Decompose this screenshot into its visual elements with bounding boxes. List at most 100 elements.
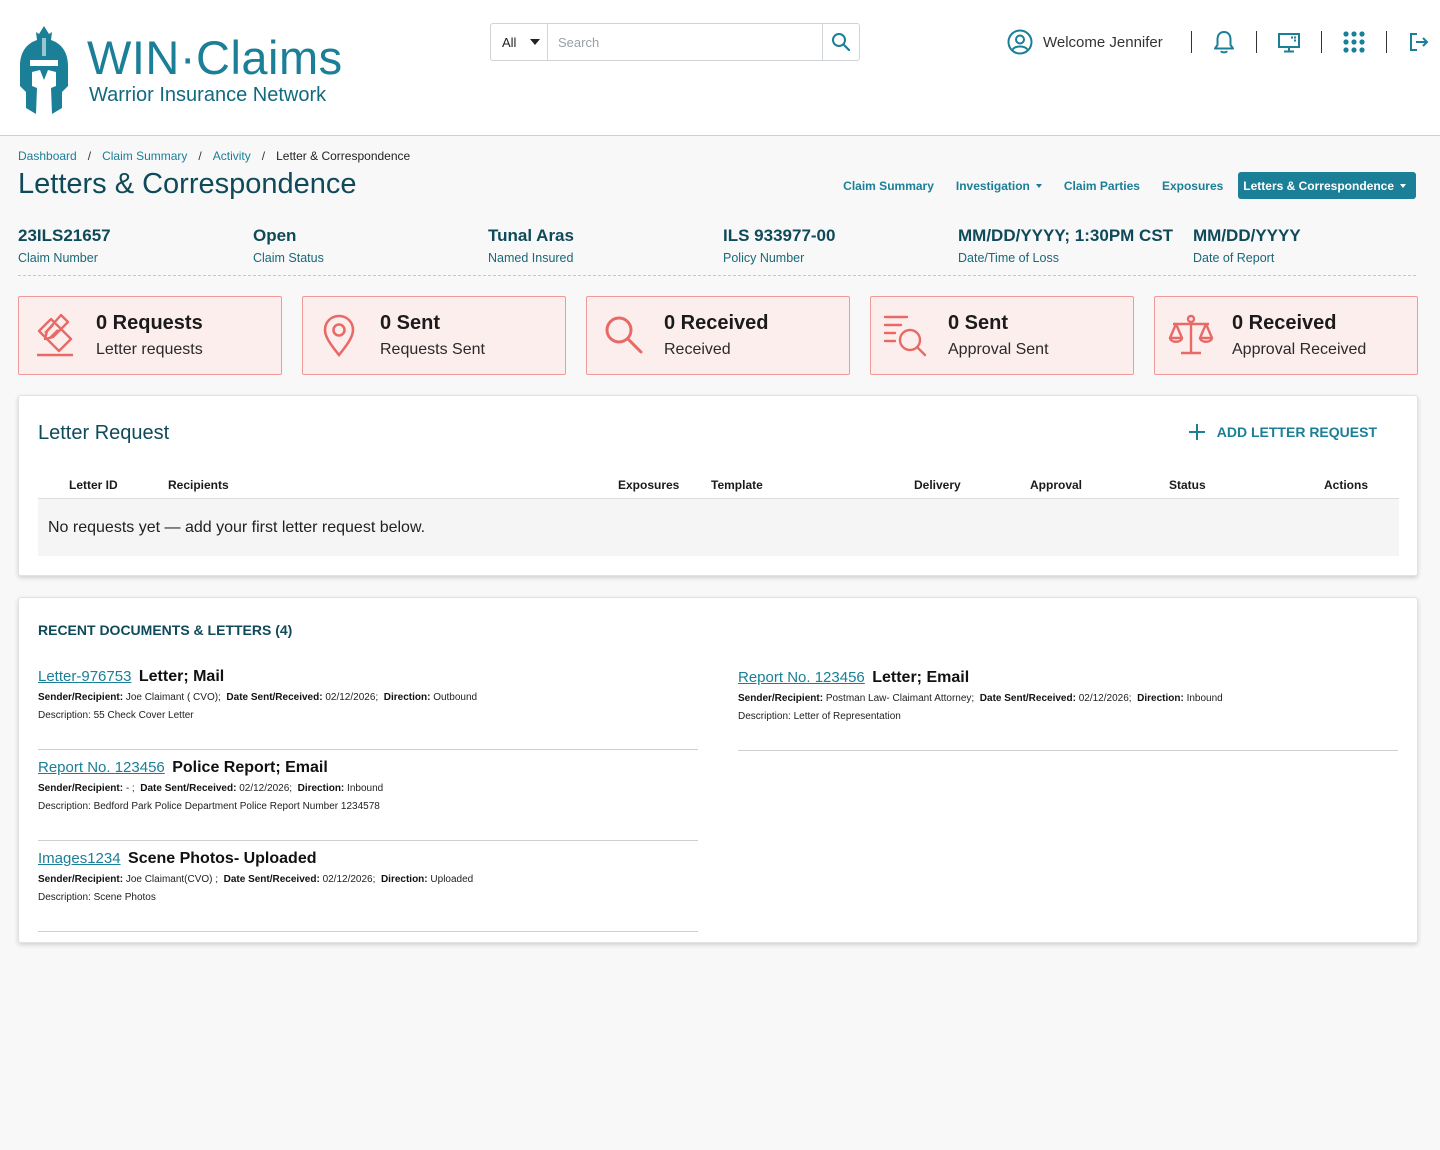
logout-button[interactable] (1387, 26, 1440, 58)
letter-request-panel: Letter Request ADD LETTER REQUEST Letter… (18, 395, 1418, 576)
header-toolbar (1191, 26, 1440, 58)
stat-card-approval-sent[interactable]: 0 Sent Approval Sent (870, 296, 1134, 375)
search-scope-select[interactable]: All (491, 24, 548, 60)
stat-count: 0 Sent (948, 312, 1009, 334)
brand-logo[interactable]: WIN·Claims Warrior Insurance Network (18, 26, 358, 116)
document-meta: Sender/Recipient: Postman Law- Claimant … (738, 693, 1398, 704)
stat-card-requests-sent[interactable]: 0 Sent Requests Sent (302, 296, 566, 375)
fact-label: Claim Number (18, 251, 98, 265)
screen-button[interactable] (1257, 26, 1321, 58)
stat-label: Requests Sent (380, 341, 485, 358)
fact-label: Date/Time of Loss (958, 251, 1059, 265)
map-pin-icon (323, 314, 355, 358)
document-meta: Sender/Recipient: Joe Claimant(CVO) ; Da… (38, 874, 698, 885)
column-header-template[interactable]: Template (711, 478, 763, 492)
meta-sender: Postman Law- Claimant Attorney; (825, 693, 975, 704)
column-header-approval[interactable]: Approval (1030, 478, 1082, 492)
subnav-letters-correspondence[interactable]: Letters & Correspondence (1238, 172, 1416, 199)
recent-documents-panel: RECENT DOCUMENTS & LETTERS (4) Letter-97… (18, 597, 1418, 943)
stat-count: 0 Requests (96, 312, 203, 334)
document-type: Letter; Mail (138, 668, 225, 685)
column-header-recipients[interactable]: Recipients (168, 478, 229, 492)
fact-claim-status: Open Claim Status (253, 226, 324, 265)
document-type: Police Report; Email (172, 759, 328, 776)
fact-policy-number: ILS 933977-00 Policy Number (723, 226, 835, 265)
claim-facts: 23ILS21657 Claim Number Open Claim Statu… (18, 226, 1416, 276)
meta-date: 02/12/2026; (1078, 693, 1132, 704)
document-description: Description: Scene Photos (38, 892, 156, 903)
search-button[interactable] (822, 24, 859, 60)
document-description: Description: 55 Check Cover Letter (38, 710, 194, 721)
search-input[interactable] (548, 24, 822, 60)
user-menu[interactable]: Welcome Jennifer (1007, 29, 1163, 55)
breadcrumb-activity[interactable]: Activity (213, 149, 251, 163)
fact-named-insured: Tunal Aras Named Insured (488, 226, 574, 265)
subnav-investigation[interactable]: Investigation (945, 172, 1053, 199)
breadcrumb-separator: / (261, 149, 266, 163)
meta-date: 02/12/2026; (325, 692, 379, 703)
document-link[interactable]: Report No. 123456 (38, 759, 165, 776)
column-header-actions[interactable]: Actions (1324, 478, 1368, 492)
search-scope-value: All (502, 34, 517, 50)
plus-icon (1188, 424, 1205, 440)
meta-direction: Inbound (347, 783, 384, 794)
list-search-icon (883, 315, 927, 357)
fact-value: 23ILS21657 (18, 226, 111, 245)
pen-paper-icon (37, 313, 73, 357)
document-type: Letter; Email (872, 669, 970, 686)
meta-sender: Joe Claimant(CVO) ; (125, 874, 219, 885)
meta-label: Sender/Recipient: (738, 693, 824, 704)
column-header-exposures[interactable]: Exposures (618, 478, 679, 492)
stat-label: Approval Received (1232, 341, 1367, 358)
chevron-down-icon (530, 39, 541, 45)
breadcrumb-claim-summary[interactable]: Claim Summary (102, 149, 187, 163)
fact-date-of-report: MM/DD/YYYY Date of Report (1193, 226, 1301, 265)
subnav-claim-parties[interactable]: Claim Parties (1053, 172, 1151, 199)
meta-direction: Uploaded (430, 874, 474, 885)
subnav-label: Letters & Correspondence (1243, 178, 1394, 193)
letter-request-title: Letter Request (38, 422, 170, 444)
document-description: Description: Bedford Park Police Departm… (38, 801, 380, 812)
document-link[interactable]: Images1234 (38, 850, 121, 867)
document-link[interactable]: Letter-976753 (38, 668, 131, 685)
subnav-exposures[interactable]: Exposures (1151, 172, 1234, 199)
meta-date: 02/12/2026; (239, 783, 293, 794)
apps-button[interactable] (1322, 26, 1386, 58)
subnav-claim-summary[interactable]: Claim Summary (832, 172, 945, 199)
notifications-button[interactable] (1192, 26, 1256, 58)
meta-label: Sender/Recipient: (38, 874, 124, 885)
meta-label: Date Sent/Received: (226, 692, 323, 703)
column-header-delivery[interactable]: Delivery (914, 478, 961, 492)
fact-value: MM/DD/YYYY; 1:30PM CST (958, 226, 1174, 245)
meta-direction: Outbound (433, 692, 478, 703)
meta-label: Direction: (297, 783, 345, 794)
letter-request-table-header: Letter ID Recipients Exposures Template … (38, 474, 1399, 499)
search-bar: All (490, 23, 860, 61)
stat-card-letter-requests[interactable]: 0 Requests Letter requests (18, 296, 282, 375)
subnav-label: Exposures (1161, 178, 1224, 193)
subnav-label: Claim Summary (843, 178, 934, 193)
computer-screen-icon (1278, 33, 1300, 53)
scales-icon (1168, 314, 1214, 355)
add-letter-request-button[interactable]: ADD LETTER REQUEST (1188, 424, 1377, 440)
page-title: Letters & Correspondence (18, 168, 357, 200)
user-avatar-icon (1007, 29, 1033, 55)
stat-card-received[interactable]: 0 Received Received (586, 296, 850, 375)
meta-label: Direction: (1137, 693, 1184, 704)
brand-subtitle: Warrior Insurance Network (89, 84, 327, 106)
fact-value: Tunal Aras (488, 226, 574, 245)
stat-label: Letter requests (96, 341, 203, 358)
column-header-letter-id[interactable]: Letter ID (69, 478, 118, 492)
recent-documents-title: RECENT DOCUMENTS & LETTERS (4) (38, 622, 293, 638)
document-meta: Sender/Recipient: - ; Date Sent/Received… (38, 783, 698, 794)
document-link[interactable]: Report No. 123456 (738, 669, 865, 686)
breadcrumb-separator: / (198, 149, 202, 163)
breadcrumb-dashboard[interactable]: Dashboard (18, 149, 77, 163)
document-description: Description: Letter of Representation (738, 711, 901, 722)
meta-direction: Inbound (1186, 693, 1223, 704)
stat-card-approval-received[interactable]: 0 Received Approval Received (1154, 296, 1418, 375)
subnav-label: Claim Parties (1063, 178, 1140, 193)
column-header-status[interactable]: Status (1169, 478, 1206, 492)
brand-title: WIN·Claims (87, 31, 343, 84)
add-letter-request-label: ADD LETTER REQUEST (1216, 424, 1377, 440)
